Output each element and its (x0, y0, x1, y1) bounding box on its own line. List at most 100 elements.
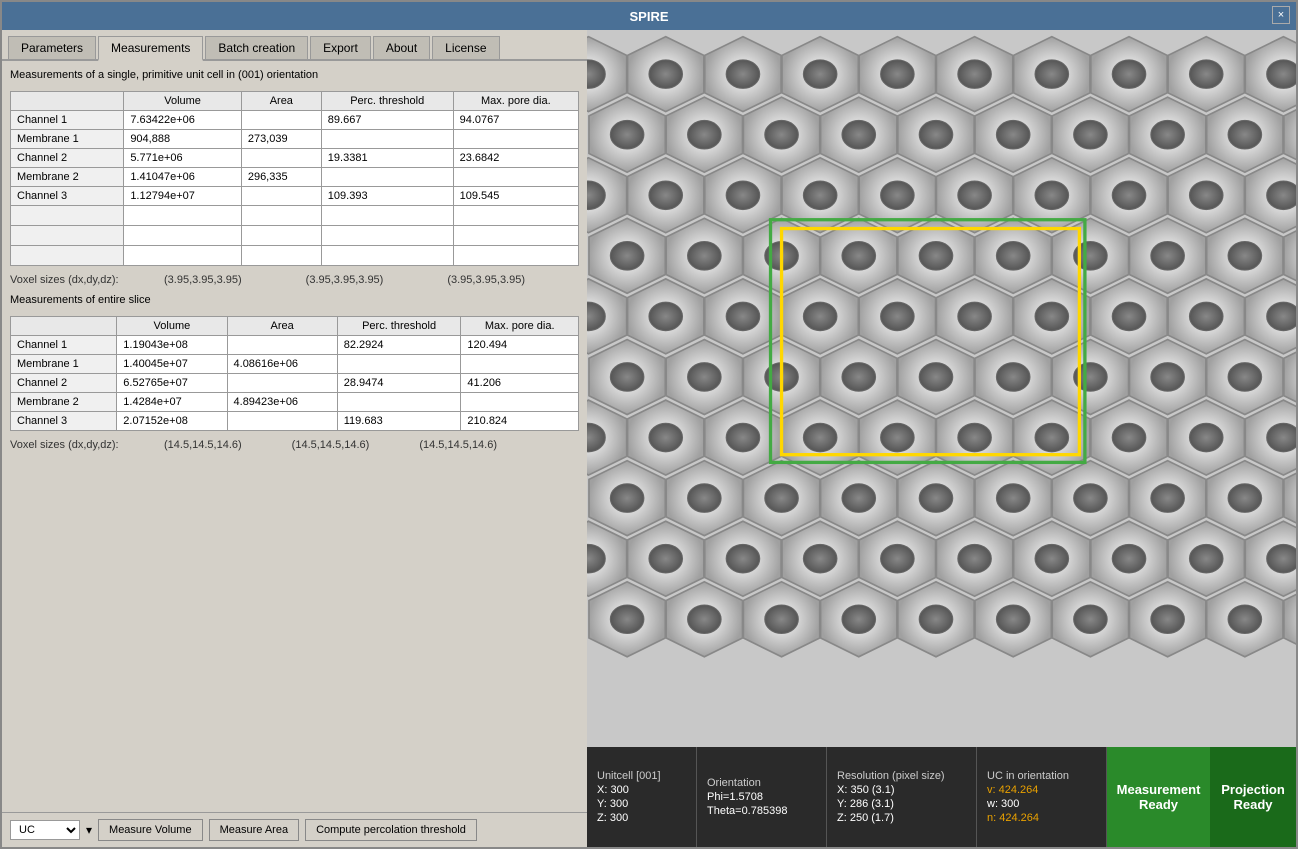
table-row: Channel 2 6.52765e+07 28.9474 41.206 (11, 374, 579, 393)
voxel1-label: Voxel sizes (dx,dy,dz): (10, 274, 150, 286)
col-name (11, 92, 124, 111)
row-area (241, 111, 321, 130)
voxel-sizes-1: Voxel sizes (dx,dy,dz): (3.95,3.95,3.95)… (10, 272, 579, 288)
table-row: Channel 2 5.771e+06 19.3381 23.6842 (11, 149, 579, 168)
row-volume: 1.41047e+06 (124, 168, 242, 187)
row-volume: 7.63422e+06 (124, 111, 242, 130)
uc-orient-label: UC in orientation (987, 770, 1096, 782)
col-maxpore: Max. pore dia. (453, 92, 578, 111)
row-perc: 119.683 (337, 412, 461, 431)
col2-maxpore: Max. pore dia. (461, 317, 579, 336)
row-perc: 109.393 (321, 187, 453, 206)
close-button[interactable]: × (1272, 6, 1290, 24)
compute-percolation-button[interactable]: Compute percolation threshold (305, 819, 477, 841)
titlebar: SPIRE × (2, 2, 1296, 30)
row-volume: 1.12794e+07 (124, 187, 242, 206)
phi-value: Phi=1.5708 (707, 791, 816, 803)
res-y: Y: 286 (3.1) (837, 798, 966, 810)
row-name: Membrane 1 (11, 130, 124, 149)
row-perc (337, 355, 461, 374)
table-row (11, 206, 579, 226)
table-row: Membrane 1 1.40045e+07 4.08616e+06 (11, 355, 579, 374)
dropdown-arrow-icon: ▾ (86, 823, 92, 837)
row-maxpore: 23.6842 (453, 149, 578, 168)
voxel-sizes-2: Voxel sizes (dx,dy,dz): (14.5,14.5,14.6)… (10, 437, 579, 453)
tab-measurements[interactable]: Measurements (98, 36, 203, 61)
main-content: Parameters Measurements Batch creation E… (2, 30, 1296, 847)
row-maxpore: 41.206 (461, 374, 579, 393)
row-volume: 6.52765e+07 (117, 374, 227, 393)
row-maxpore: 94.0767 (453, 111, 578, 130)
row-name: Channel 2 (11, 374, 117, 393)
row-area: 273,039 (241, 130, 321, 149)
table-row: Channel 1 7.63422e+06 89.667 94.0767 (11, 111, 579, 130)
status-bar: Unitcell [001] X: 300 Y: 300 Z: 300 (587, 747, 1296, 847)
table-row: Channel 3 2.07152e+08 119.683 210.824 (11, 412, 579, 431)
unitcell-label: Unitcell [001] (597, 770, 686, 782)
row-area (227, 412, 337, 431)
col-area: Area (241, 92, 321, 111)
uc-w-value: w: 300 (987, 798, 1096, 810)
ready-bottom-label: Ready (1139, 797, 1178, 812)
section1-title: Measurements of a single, primitive unit… (10, 69, 579, 81)
unitcell-z: Z: 300 (597, 812, 686, 824)
measure-volume-button[interactable]: Measure Volume (98, 819, 203, 841)
table-row (11, 246, 579, 266)
table-row: Membrane 2 1.4284e+07 4.89423e+06 (11, 393, 579, 412)
col-perc: Perc. threshold (321, 92, 453, 111)
voxel1-v2: (3.95,3.95,3.95) (306, 274, 384, 286)
proj-top-label: Projection (1221, 782, 1285, 797)
tab-batch[interactable]: Batch creation (205, 36, 308, 59)
row-maxpore (453, 168, 578, 187)
status-orientation: Orientation Phi=1.5708 Theta=0.785398 (697, 747, 827, 847)
tab-license[interactable]: License (432, 36, 499, 59)
row-area (241, 149, 321, 168)
row-perc (321, 130, 453, 149)
uc-n-value: n: 424.264 (987, 812, 1096, 824)
col-volume: Volume (124, 92, 242, 111)
row-volume: 1.4284e+07 (117, 393, 227, 412)
row-area (227, 336, 337, 355)
uc-dropdown[interactable]: UC (10, 820, 80, 840)
status-unitcell: Unitcell [001] X: 300 Y: 300 Z: 300 (587, 747, 697, 847)
section1-table: Volume Area Perc. threshold Max. pore di… (10, 91, 579, 266)
main-window: SPIRE × Parameters Measurements Batch cr… (0, 0, 1298, 849)
row-name: Membrane 2 (11, 168, 124, 187)
tab-parameters[interactable]: Parameters (8, 36, 96, 59)
row-name: Membrane 2 (11, 393, 117, 412)
row-volume: 1.19043e+08 (117, 336, 227, 355)
voxel2-v3: (14.5,14.5,14.6) (419, 439, 497, 451)
orientation-label: Orientation (707, 777, 816, 789)
section2-title: Measurements of entire slice (10, 294, 579, 306)
voxel1-v1: (3.95,3.95,3.95) (164, 274, 242, 286)
row-volume: 904,888 (124, 130, 242, 149)
row-maxpore (461, 393, 579, 412)
voxel1-v3: (3.95,3.95,3.95) (447, 274, 525, 286)
section2-table: Volume Area Perc. threshold Max. pore di… (10, 316, 579, 431)
table-row: Membrane 2 1.41047e+06 296,335 (11, 168, 579, 187)
status-uc-orientation: UC in orientation v: 424.264 w: 300 n: 4… (977, 747, 1107, 847)
measure-area-button[interactable]: Measure Area (209, 819, 299, 841)
right-panel: Unitcell [001] X: 300 Y: 300 Z: 300 (587, 30, 1296, 847)
resolution-label: Resolution (pixel size) (837, 770, 966, 782)
col2-perc: Perc. threshold (337, 317, 461, 336)
row-area (227, 374, 337, 393)
row-area: 4.08616e+06 (227, 355, 337, 374)
unitcell-y: Y: 300 (597, 798, 686, 810)
row-volume: 2.07152e+08 (117, 412, 227, 431)
row-perc: 28.9474 (337, 374, 461, 393)
table-row: Membrane 1 904,888 273,039 (11, 130, 579, 149)
tab-export[interactable]: Export (310, 36, 371, 59)
row-name: Channel 3 (11, 187, 124, 206)
row-maxpore (461, 355, 579, 374)
left-panel: Parameters Measurements Batch creation E… (2, 30, 587, 847)
col2-name (11, 317, 117, 336)
row-area: 296,335 (241, 168, 321, 187)
measurements-panel: Measurements of a single, primitive unit… (2, 61, 587, 812)
tab-about[interactable]: About (373, 36, 430, 59)
viewport (587, 30, 1296, 747)
viewport-canvas (587, 30, 1296, 747)
ready-top-label: Measurement (1117, 782, 1201, 797)
table-row: Channel 3 1.12794e+07 109.393 109.545 (11, 187, 579, 206)
row-name: Channel 3 (11, 412, 117, 431)
